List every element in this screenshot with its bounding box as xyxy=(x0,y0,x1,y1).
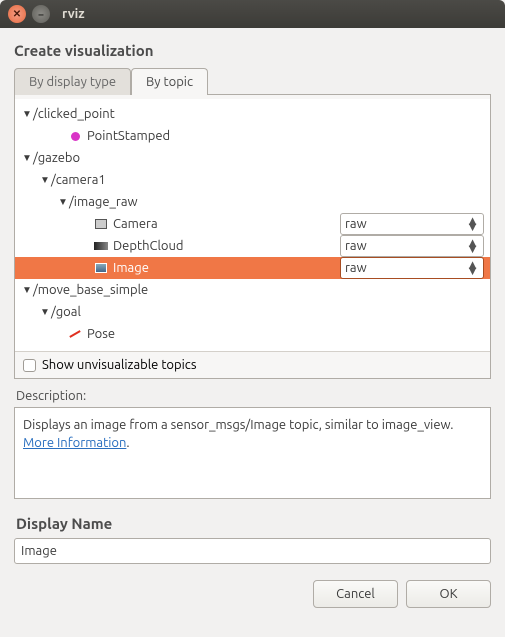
tree-label: /clicked_point xyxy=(33,107,115,121)
spinner-icon[interactable]: ▲▼ xyxy=(466,218,479,230)
tree-node-gazebo[interactable]: ▼ /gazebo xyxy=(15,147,490,169)
tree-node-move-base-simple[interactable]: ▼ /move_base_simple xyxy=(15,279,490,301)
tree-leaf-pose[interactable]: Pose xyxy=(15,323,490,345)
caret-icon[interactable]: ▼ xyxy=(39,174,51,186)
description-text: Displays an image from a sensor_msgs/Ima… xyxy=(23,418,453,432)
point-icon xyxy=(67,132,83,141)
caret-icon[interactable]: ▼ xyxy=(57,196,69,208)
tree-footer: Show unvisualizable topics xyxy=(15,351,490,378)
tab-by-topic[interactable]: By topic xyxy=(131,68,208,95)
tree-label: /image_raw xyxy=(69,195,138,209)
description-period: . xyxy=(126,436,129,450)
more-information-link[interactable]: More Information xyxy=(23,436,126,450)
dialog-heading: Create visualization xyxy=(14,42,491,59)
spinner-icon[interactable]: ▲▼ xyxy=(466,262,479,274)
transport-value: raw xyxy=(345,217,367,231)
tree-label: /goal xyxy=(51,305,81,319)
tab-by-display-type[interactable]: By display type xyxy=(14,68,131,95)
caret-icon[interactable]: ▼ xyxy=(21,108,33,120)
close-icon[interactable]: ✕ xyxy=(8,5,26,23)
tree-leaf-pointstamped[interactable]: PointStamped xyxy=(15,125,490,147)
tree-leaf-image[interactable]: Image raw ▲▼ xyxy=(15,257,490,279)
tree-leaf-camera[interactable]: Camera raw ▲▼ xyxy=(15,213,490,235)
ok-button[interactable]: OK xyxy=(406,580,491,608)
tab-panel-by-topic: ▼ /clicked_point PointStamped ▼ /gazebo … xyxy=(14,94,491,379)
transport-value: raw xyxy=(345,261,367,275)
transport-select-depthcloud[interactable]: raw ▲▼ xyxy=(340,235,484,257)
tree-node-image-raw[interactable]: ▼ /image_raw xyxy=(15,191,490,213)
tree-node-goal[interactable]: ▼ /goal xyxy=(15,301,490,323)
tab-bar: By display type By topic xyxy=(14,67,491,94)
tree-label: Camera xyxy=(113,217,158,231)
transport-select-camera[interactable]: raw ▲▼ xyxy=(340,213,484,235)
tree-label: PointStamped xyxy=(87,129,170,143)
tree-label: /camera1 xyxy=(51,173,106,187)
tree-leaf-depthcloud[interactable]: DepthCloud raw ▲▼ xyxy=(15,235,490,257)
display-name-label: Display Name xyxy=(16,515,489,532)
caret-icon[interactable]: ▼ xyxy=(39,306,51,318)
tree-node-camera1[interactable]: ▼ /camera1 xyxy=(15,169,490,191)
depthcloud-icon xyxy=(93,242,109,250)
transport-select-image[interactable]: raw ▲▼ xyxy=(340,257,484,279)
spinner-icon[interactable]: ▲▼ xyxy=(466,240,479,252)
tree-node-clicked-point[interactable]: ▼ /clicked_point xyxy=(15,103,490,125)
show-unvisualizable-label: Show unvisualizable topics xyxy=(42,358,196,372)
tree-label: Image xyxy=(113,261,149,275)
caret-icon[interactable]: ▼ xyxy=(21,284,33,296)
tree-label: /gazebo xyxy=(33,151,80,165)
dialog-content: Create visualization By display type By … xyxy=(0,28,505,637)
camera-icon xyxy=(93,219,109,229)
tree-label: DepthCloud xyxy=(113,239,184,253)
dialog-button-row: Cancel OK xyxy=(14,580,491,608)
image-icon xyxy=(93,263,109,273)
description-box: Displays an image from a sensor_msgs/Ima… xyxy=(14,407,491,499)
tree-label: /move_base_simple xyxy=(33,283,148,297)
tree-label: Pose xyxy=(87,327,115,341)
cancel-button[interactable]: Cancel xyxy=(313,580,398,608)
window-title: rviz xyxy=(62,7,85,21)
topic-tree[interactable]: ▼ /clicked_point PointStamped ▼ /gazebo … xyxy=(15,99,490,351)
show-unvisualizable-checkbox[interactable] xyxy=(23,359,36,372)
transport-value: raw xyxy=(345,239,367,253)
minimize-icon[interactable]: – xyxy=(32,5,50,23)
display-name-input[interactable] xyxy=(14,538,491,564)
titlebar[interactable]: ✕ – rviz xyxy=(0,0,505,28)
description-label: Description: xyxy=(16,389,489,403)
caret-icon[interactable]: ▼ xyxy=(21,152,33,164)
dialog-window: ✕ – rviz Create visualization By display… xyxy=(0,0,505,637)
pose-icon xyxy=(67,333,83,335)
